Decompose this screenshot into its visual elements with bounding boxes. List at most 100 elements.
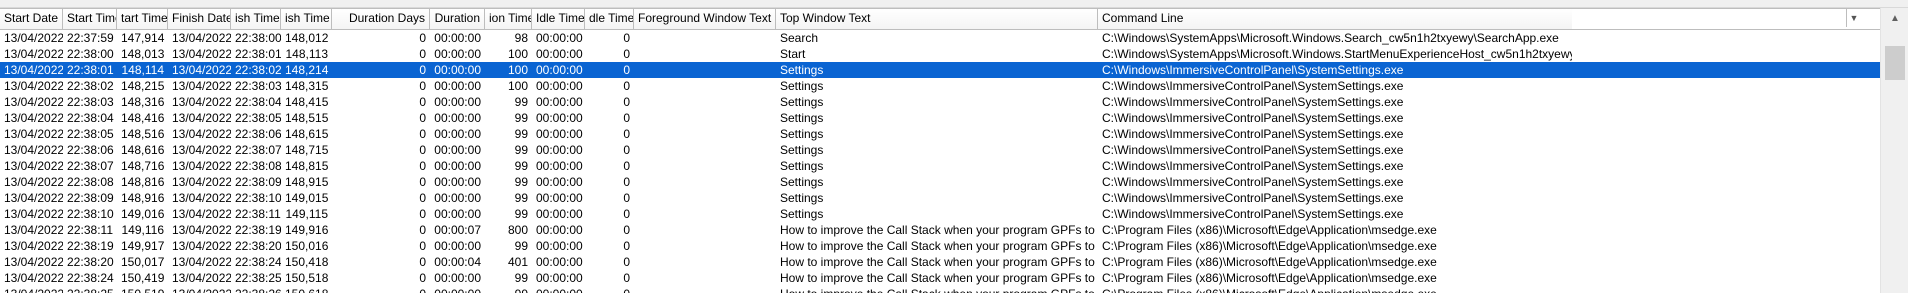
chevron-up-icon: ▲ (1890, 13, 1900, 24)
cell-ish-time: 148,415 (285, 95, 329, 109)
cell-ish-time: 149,015 (285, 191, 329, 205)
cell-command-line: C:\Windows\ImmersiveControlPanel\SystemS… (1102, 95, 1404, 109)
table-row[interactable]: 13/04/2022 22:37:59 147,914 13/04/2022 22:38… (0, 30, 1880, 46)
cell-duration-days: 0 (332, 286, 430, 293)
cell-foreground-window-text (634, 62, 776, 78)
cell-start-date: 13/04/2022 (4, 239, 63, 253)
table-row[interactable]: 13/04/2022 22:38:04 148,416 13/04/2022 22:38… (0, 110, 1880, 126)
cell-foreground-window-text (634, 126, 776, 142)
table-row[interactable]: 13/04/2022 22:38:07 148,716 13/04/2022 22:38… (0, 158, 1880, 174)
column-header-ish-time[interactable]: ish Time (231, 9, 281, 29)
cell-tart-time: 150,017 (121, 255, 165, 269)
table-row[interactable]: 13/04/2022 22:38:02 148,215 13/04/2022 22:38… (0, 78, 1880, 94)
cell-ish-time: 22:38:25 (235, 271, 281, 285)
cell-command-line: C:\Windows\ImmersiveControlPanel\SystemS… (1102, 127, 1404, 141)
cell-duration: 00:00:00 (434, 175, 481, 189)
table-row[interactable]: 13/04/2022 22:38:00 148,013 13/04/2022 22:38… (0, 46, 1880, 62)
cell-finish-date: 13/04/2022 (172, 207, 231, 221)
cell-command-line: C:\Windows\ImmersiveControlPanel\SystemS… (1102, 143, 1404, 157)
cell-start-date: 13/04/2022 (4, 47, 63, 61)
cell-idle-time: 00:00:00 (536, 63, 583, 77)
cell-top-window-text: Search (780, 31, 819, 45)
vertical-scrollbar[interactable]: ▲ (1880, 8, 1908, 293)
cell-duration-days: 0 (419, 127, 426, 141)
column-header-start-date[interactable]: Start Date (0, 9, 63, 29)
column-header-start-time[interactable]: Start Time (63, 9, 117, 29)
cell-command-line: C:\Windows\ImmersiveControlPanel\SystemS… (1102, 191, 1404, 205)
cell-command-line: C:\Windows\SystemApps\Microsoft.Windows.… (1102, 31, 1559, 45)
cell-foreground-window-text (634, 270, 776, 286)
cell-ish-time: 148,515 (285, 111, 329, 125)
cell-duration: 00:00:00 (434, 63, 481, 77)
cell-tart-time: 148,916 (121, 191, 165, 205)
cell-duration: 00:00:00 (430, 286, 485, 293)
activity-list-view[interactable]: Start Date Start Time tart Time Finish Date… (0, 8, 1880, 293)
cell-dle-time: 0 (623, 239, 630, 253)
column-header-ish-time[interactable]: ish Time (281, 9, 332, 29)
chevron-down-icon: ▼ (1849, 13, 1859, 23)
header-overflow-dropdown[interactable]: ▼ (1846, 9, 1861, 27)
table-row[interactable]: 13/04/2022 22:38:03 148,316 13/04/2022 22:38… (0, 94, 1880, 110)
column-header-finish-date[interactable]: Finish Date (168, 9, 231, 29)
cell-dle-time: 0 (623, 79, 630, 93)
table-row[interactable]: 13/04/2022 22:38:19 149,917 13/04/2022 22:38… (0, 238, 1880, 254)
table-row[interactable]: 13/04/2022 22:38:24 150,419 13/04/2022 22:38… (0, 270, 1880, 286)
cell-finish-date: 13/04/2022 (172, 175, 231, 189)
column-header-tart-time[interactable]: tart Time (117, 9, 168, 29)
column-header-duration[interactable]: Duration (430, 9, 485, 29)
scroll-up-button[interactable]: ▲ (1887, 12, 1903, 26)
table-row[interactable]: 13/04/2022 22:38:08 148,816 13/04/2022 22:38… (0, 174, 1880, 190)
cell-start-time: 22:38:02 (67, 79, 114, 93)
cell-ish-time: 148,113 (285, 47, 329, 61)
cell-top-window-text: Settings (780, 175, 824, 189)
toolbar-strip (0, 0, 1908, 8)
cell-foreground-window-text (634, 222, 776, 238)
cell-ish-time: 22:38:26 (231, 286, 281, 293)
cell-tart-time: 148,316 (121, 95, 165, 109)
table-row[interactable]: 13/04/2022 22:38:20 150,017 13/04/2022 22:38… (0, 254, 1880, 270)
table-row[interactable]: 13/04/2022 22:38:06 148,616 13/04/2022 22:38… (0, 142, 1880, 158)
cell-idle-time: 00:00:00 (536, 31, 583, 45)
cell-finish-date: 13/04/2022 (172, 63, 231, 77)
cell-command-line: C:\Windows\ImmersiveControlPanel\SystemS… (1102, 63, 1404, 77)
cell-start-date: 13/04/2022 (4, 175, 63, 189)
column-header-top-window-text[interactable]: Top Window Text (776, 9, 1098, 29)
cell-duration: 00:00:00 (434, 271, 481, 285)
scrollbar-thumb[interactable] (1885, 46, 1905, 80)
column-header-idle-time[interactable]: Idle Time (532, 9, 585, 29)
cell-dle-time: 0 (623, 127, 630, 141)
cell-ish-time: 148,615 (285, 127, 329, 141)
cell-finish-date: 13/04/2022 (172, 143, 231, 157)
cell-dle-time: 0 (623, 159, 630, 173)
cell-ish-time: 150,016 (285, 239, 329, 253)
cell-ish-time: 22:38:05 (235, 111, 281, 125)
column-header-foreground-window-text[interactable]: Foreground Window Text (634, 9, 776, 29)
table-row[interactable]: 13/04/2022 22:38:01 148,114 13/04/2022 22:38… (0, 62, 1880, 78)
cell-dle-time: 0 (623, 271, 630, 285)
cell-idle-time: 00:00:00 (536, 255, 583, 269)
cell-finish-date: 13/04/2022 (172, 47, 231, 61)
table-row[interactable]: 13/04/2022 22:38:11 149,116 13/04/2022 22:38… (0, 222, 1880, 238)
table-row[interactable]: 13/04/202222:38:25150,51913/04/202222:38… (0, 286, 1880, 293)
cell-foreground-window-text (634, 158, 776, 174)
cell-idle-time: 00:00:00 (536, 127, 583, 141)
column-header-duration-days[interactable]: Duration Days (332, 9, 430, 29)
cell-duration-days: 0 (419, 79, 426, 93)
cell-dle-time: 0 (623, 223, 630, 237)
table-row[interactable]: 13/04/2022 22:38:09 148,916 13/04/2022 22:38… (0, 190, 1880, 206)
column-header-dle-time[interactable]: dle Time (585, 9, 634, 29)
cell-finish-date: 13/04/2022 (172, 127, 231, 141)
cell-start-time: 22:38:08 (67, 175, 114, 189)
cell-start-date: 13/04/2022 (4, 79, 63, 93)
column-header-command-line[interactable]: Command Line (1098, 9, 1572, 29)
table-row[interactable]: 13/04/2022 22:38:10 149,016 13/04/2022 22:38… (0, 206, 1880, 222)
column-header-ion-time[interactable]: ion Time (485, 9, 532, 29)
cell-dle-time: 0 (623, 31, 630, 45)
cell-ish-time: 149,115 (285, 207, 329, 221)
cell-ish-time: 149,916 (285, 223, 329, 237)
cell-dle-time: 0 (623, 207, 630, 221)
table-row[interactable]: 13/04/2022 22:38:05 148,516 13/04/2022 22:38… (0, 126, 1880, 142)
cell-foreground-window-text (634, 46, 776, 62)
cell-start-date: 13/04/2022 (4, 159, 63, 173)
cell-ish-time: 150,418 (285, 255, 329, 269)
